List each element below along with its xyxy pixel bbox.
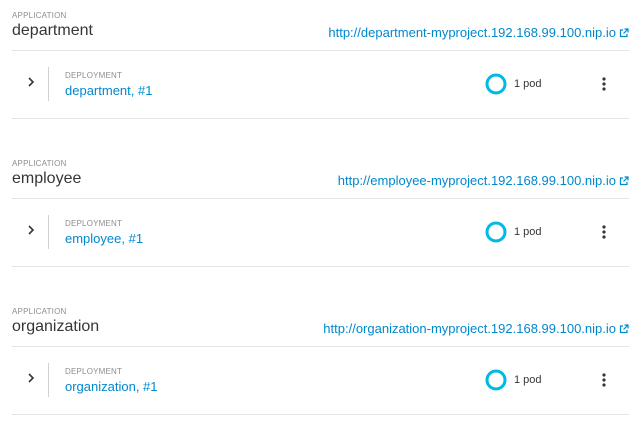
application-employee: APPLICATION employee http://employee-myp…	[0, 148, 637, 268]
divider	[12, 266, 629, 267]
chevron-right-icon[interactable]	[24, 75, 38, 89]
divider	[12, 414, 629, 415]
deployment-kicker: DEPLOYMENT	[65, 367, 123, 376]
application-route-link[interactable]: http://employee-myproject.192.168.99.100…	[338, 173, 629, 188]
kebab-menu-icon[interactable]	[598, 224, 610, 240]
chevron-right-icon[interactable]	[24, 371, 38, 385]
pod-donut-icon[interactable]	[485, 73, 507, 95]
kebab-menu-icon[interactable]	[598, 76, 610, 92]
pod-donut-icon[interactable]	[485, 369, 507, 391]
application-department: APPLICATION department http://department…	[0, 0, 637, 120]
route-url[interactable]: http://employee-myproject.192.168.99.100…	[338, 173, 616, 188]
deployment-name-link[interactable]: employee, #1	[65, 231, 143, 246]
deployment-row[interactable]: DEPLOYMENT department, #1 1 pod	[12, 51, 629, 118]
external-link-icon[interactable]	[619, 323, 629, 334]
deployment-row[interactable]: DEPLOYMENT employee, #1 1 pod	[12, 199, 629, 266]
application-name: department	[12, 22, 93, 39]
deployment-name-link[interactable]: department, #1	[65, 83, 152, 98]
application-kicker: APPLICATION	[12, 159, 67, 168]
application-name: employee	[12, 170, 82, 187]
deployment-name-link[interactable]: organization, #1	[65, 379, 158, 394]
application-list: APPLICATION department http://department…	[0, 0, 637, 425]
pod-count: 1 pod	[514, 374, 542, 386]
external-link-icon[interactable]	[619, 27, 629, 38]
route-url[interactable]: http://department-myproject.192.168.99.1…	[328, 25, 616, 40]
row-separator	[48, 215, 49, 249]
deployment-row[interactable]: DEPLOYMENT organization, #1 1 pod	[12, 347, 629, 414]
deployment-kicker: DEPLOYMENT	[65, 219, 123, 228]
pod-count: 1 pod	[514, 78, 542, 90]
deployment-kicker: DEPLOYMENT	[65, 71, 123, 80]
kebab-menu-icon[interactable]	[598, 372, 610, 388]
chevron-right-icon[interactable]	[24, 223, 38, 237]
application-organization: APPLICATION organization http://organiza…	[0, 296, 637, 416]
route-url[interactable]: http://organization-myproject.192.168.99…	[323, 321, 616, 336]
pod-count: 1 pod	[514, 226, 542, 238]
application-kicker: APPLICATION	[12, 11, 67, 20]
application-route-link[interactable]: http://department-myproject.192.168.99.1…	[328, 25, 629, 40]
divider	[12, 118, 629, 119]
application-route-link[interactable]: http://organization-myproject.192.168.99…	[323, 321, 629, 336]
row-separator	[48, 363, 49, 397]
row-separator	[48, 67, 49, 101]
application-name: organization	[12, 318, 100, 335]
pod-donut-icon[interactable]	[485, 221, 507, 243]
external-link-icon[interactable]	[619, 175, 629, 186]
application-kicker: APPLICATION	[12, 307, 67, 316]
